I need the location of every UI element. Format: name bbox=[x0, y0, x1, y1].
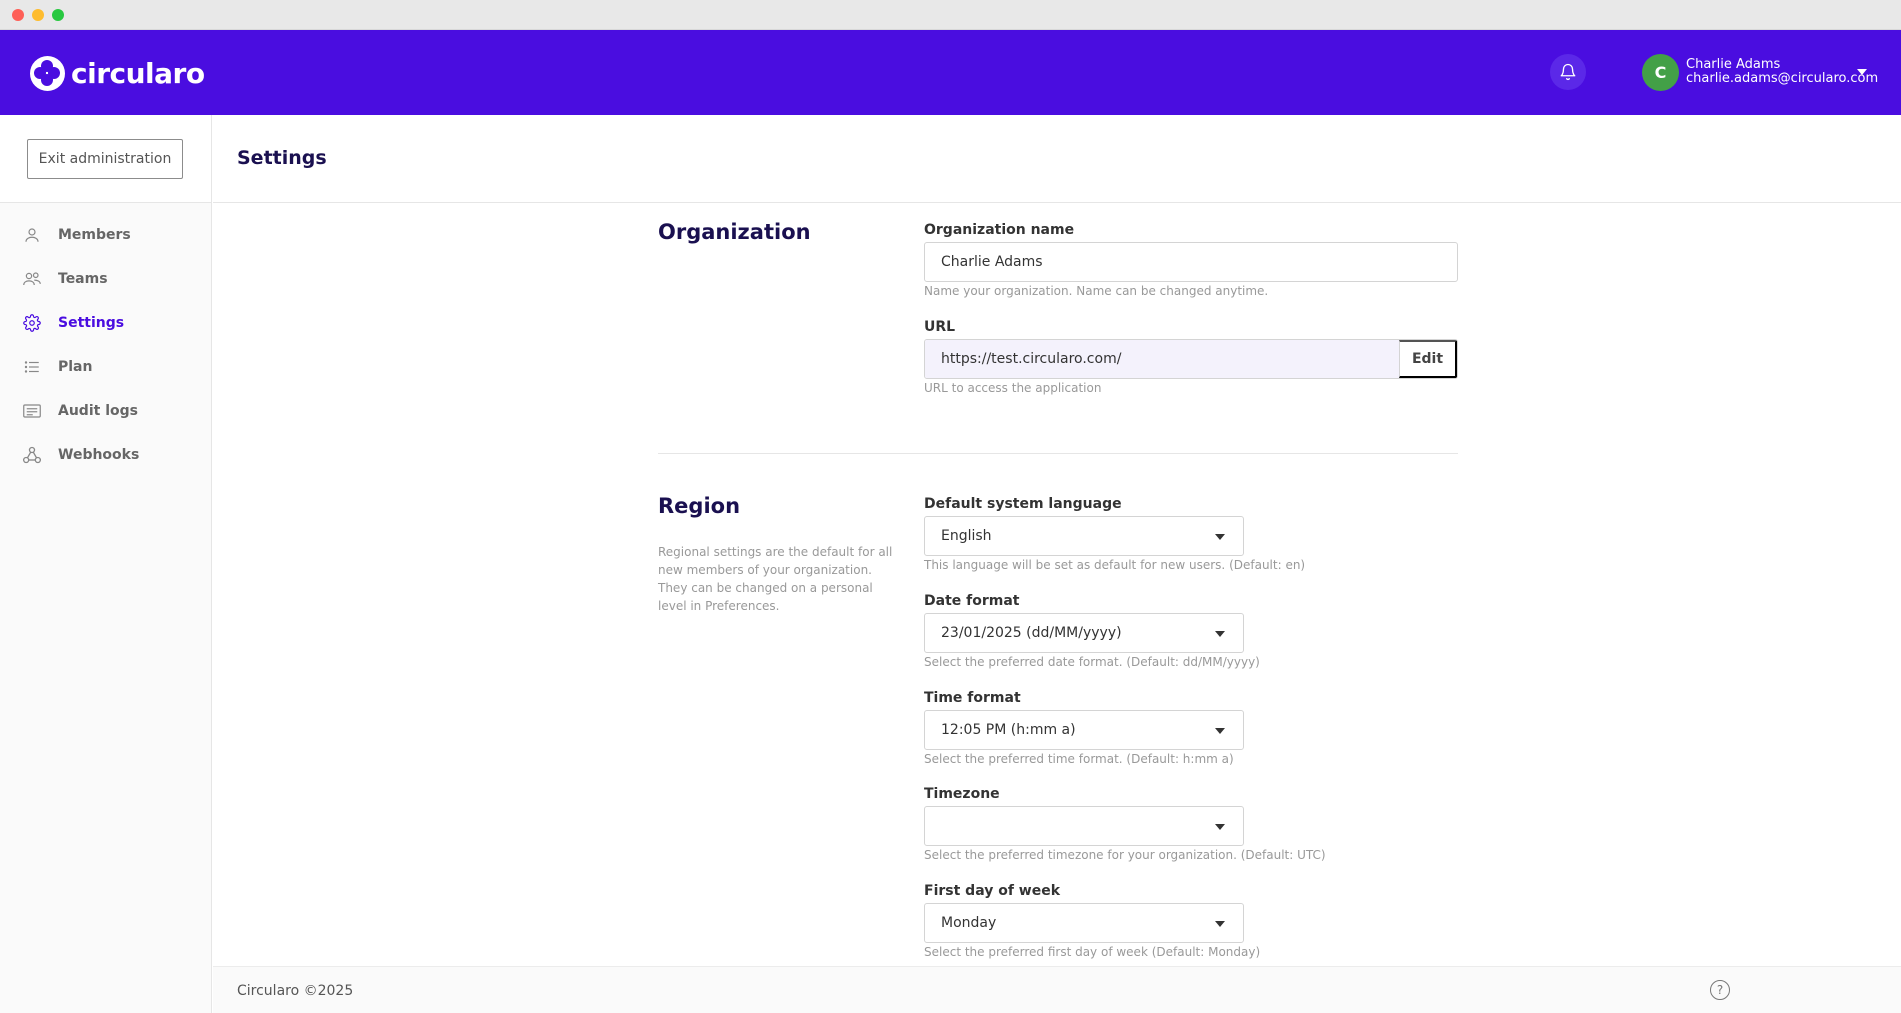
organization-name-label: Organization name bbox=[924, 222, 1075, 238]
timezone-label: Timezone bbox=[924, 786, 1000, 802]
sidebar-item-label: Plan bbox=[58, 359, 93, 375]
sidebar-nav: Members Teams Settings Plan Audit logs W… bbox=[0, 203, 211, 477]
date-format-label: Date format bbox=[924, 593, 1020, 609]
language-select[interactable]: English bbox=[924, 516, 1244, 556]
organization-name-hint: Name your organization. Name can be chan… bbox=[924, 284, 1269, 298]
admin-sidebar: Exit administration Members Teams Settin… bbox=[0, 115, 212, 1013]
time-format-hint: Select the preferred time format. (Defau… bbox=[924, 752, 1234, 766]
first-day-value: Monday bbox=[941, 915, 997, 931]
chevron-down-icon[interactable] bbox=[1857, 69, 1867, 75]
page-title: Settings bbox=[237, 147, 327, 169]
organization-name-input[interactable] bbox=[924, 242, 1458, 282]
help-icon[interactable]: ? bbox=[1710, 980, 1730, 1000]
person-icon bbox=[22, 225, 42, 245]
timezone-hint: Select the preferred timezone for your o… bbox=[924, 848, 1326, 862]
section-divider bbox=[658, 453, 1458, 454]
date-format-value: 23/01/2025 (dd/MM/yyyy) bbox=[941, 625, 1122, 641]
user-email: charlie.adams@circularo.com bbox=[1686, 71, 1879, 86]
user-avatar[interactable]: C bbox=[1642, 54, 1679, 91]
sidebar-item-members[interactable]: Members bbox=[0, 213, 211, 257]
close-window-button[interactable] bbox=[12, 9, 24, 21]
time-format-value: 12:05 PM (h:mm a) bbox=[941, 722, 1076, 738]
exit-area: Exit administration bbox=[0, 115, 211, 203]
first-day-hint: Select the preferred first day of week (… bbox=[924, 945, 1261, 959]
first-day-label: First day of week bbox=[924, 883, 1061, 899]
sidebar-item-teams[interactable]: Teams bbox=[0, 257, 211, 301]
url-label: URL bbox=[924, 319, 956, 335]
chevron-down-icon bbox=[1215, 728, 1225, 734]
chevron-down-icon bbox=[1215, 824, 1225, 830]
gear-icon bbox=[22, 313, 42, 333]
sidebar-item-audit-logs[interactable]: Audit logs bbox=[0, 389, 211, 433]
region-section-title: Region bbox=[658, 494, 741, 518]
log-icon bbox=[22, 401, 42, 421]
logo-icon bbox=[30, 55, 65, 91]
sidebar-item-label: Settings bbox=[58, 315, 125, 331]
user-name: Charlie Adams bbox=[1686, 57, 1781, 72]
maximize-window-button[interactable] bbox=[52, 9, 64, 21]
time-format-label: Time format bbox=[924, 690, 1021, 706]
brand-logo[interactable]: circularo bbox=[30, 54, 205, 92]
first-day-select[interactable]: Monday bbox=[924, 903, 1244, 943]
people-icon bbox=[22, 269, 42, 289]
url-value: https://test.circularo.com/ bbox=[925, 340, 1399, 378]
minimize-window-button[interactable] bbox=[32, 9, 44, 21]
brand-name: circularo bbox=[71, 56, 205, 90]
url-field: https://test.circularo.com/ Edit bbox=[924, 339, 1458, 379]
language-hint: This language will be set as default for… bbox=[924, 558, 1306, 572]
date-format-hint: Select the preferred date format. (Defau… bbox=[924, 655, 1260, 669]
sidebar-item-plan[interactable]: Plan bbox=[0, 345, 211, 389]
page-footer: Circularo ©2025 ? bbox=[213, 966, 1901, 1013]
settings-content[interactable]: Organization Organization name Name your… bbox=[213, 204, 1901, 966]
region-description: Regional settings are the default for al… bbox=[658, 545, 893, 613]
top-header: circularo C Charlie Adams charlie.adams@… bbox=[0, 30, 1901, 115]
chevron-down-icon bbox=[1215, 631, 1225, 637]
timezone-select[interactable] bbox=[924, 806, 1244, 846]
bell-icon bbox=[1560, 63, 1576, 81]
chevron-down-icon bbox=[1215, 534, 1225, 540]
window-titlebar bbox=[0, 0, 1901, 30]
chevron-down-icon bbox=[1215, 921, 1225, 927]
copyright-text: Circularo ©2025 bbox=[237, 983, 354, 999]
user-menu[interactable]: Charlie Adams charlie.adams@circularo.co… bbox=[1686, 58, 1878, 86]
language-label: Default system language bbox=[924, 496, 1122, 512]
organization-section-title: Organization bbox=[658, 220, 811, 244]
sidebar-item-label: Webhooks bbox=[58, 447, 140, 463]
exit-administration-button[interactable]: Exit administration bbox=[27, 139, 183, 179]
list-icon bbox=[22, 357, 42, 377]
page-header: Settings bbox=[213, 115, 1901, 203]
time-format-select[interactable]: 12:05 PM (h:mm a) bbox=[924, 710, 1244, 750]
webhook-icon bbox=[22, 445, 42, 465]
notifications-button[interactable] bbox=[1550, 54, 1586, 90]
url-hint: URL to access the application bbox=[924, 381, 1102, 395]
sidebar-item-label: Members bbox=[58, 227, 131, 243]
sidebar-item-label: Audit logs bbox=[58, 403, 138, 419]
sidebar-item-webhooks[interactable]: Webhooks bbox=[0, 433, 211, 477]
sidebar-item-settings[interactable]: Settings bbox=[0, 301, 211, 345]
date-format-select[interactable]: 23/01/2025 (dd/MM/yyyy) bbox=[924, 613, 1244, 653]
language-value: English bbox=[941, 528, 992, 544]
edit-url-button[interactable]: Edit bbox=[1399, 340, 1457, 378]
sidebar-item-label: Teams bbox=[58, 271, 108, 287]
